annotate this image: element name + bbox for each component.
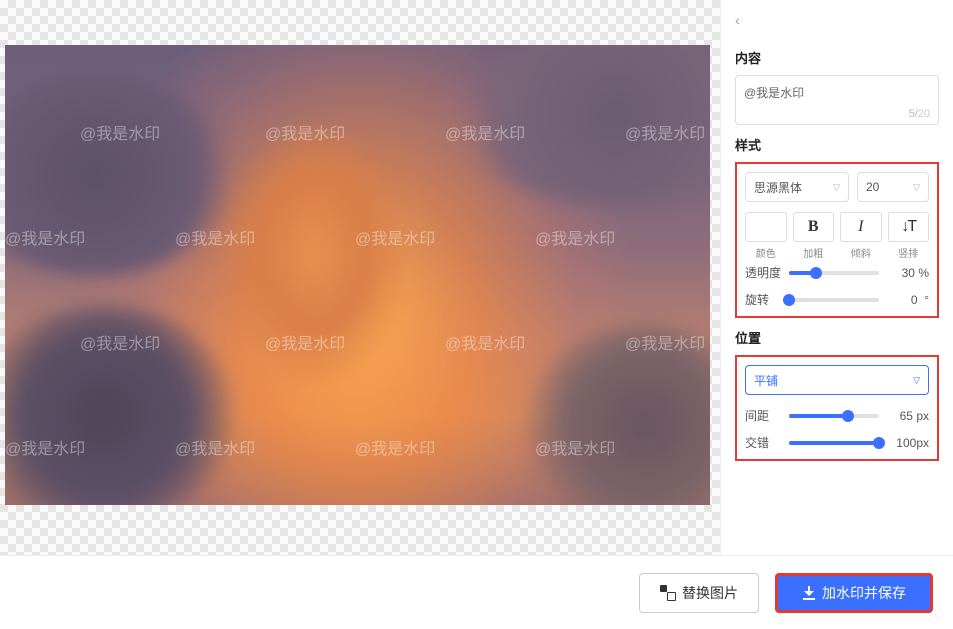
vertical-button[interactable]: ↓T竖排 [888,212,930,260]
rotate-value: 0 ° [887,293,929,307]
watermark: @我是水印 [265,120,345,144]
watermark: @我是水印 [445,120,525,144]
section-title-style: 样式 [735,135,939,154]
watermark: @我是水印 [445,330,525,354]
watermark: @我是水印 [625,330,705,354]
italic-button[interactable]: I倾斜 [840,212,882,260]
watermark: @我是水印 [175,225,255,249]
char-counter: 5/20 [909,108,930,120]
watermark: @我是水印 [80,120,160,144]
watermark: @我是水印 [625,120,705,144]
watermark: @我是水印 [80,330,160,354]
opacity-value: 30 % [887,266,929,280]
rotate-label: 旋转 [745,291,781,308]
chevron-down-icon: ▽ [913,375,920,386]
swap-icon [660,585,676,601]
section-title-content: 内容 [735,48,939,67]
stagger-slider[interactable] [789,441,879,445]
watermark: @我是水印 [175,435,255,459]
section-title-position: 位置 [735,328,939,347]
back-button[interactable]: ‹ [735,12,740,28]
spacing-value: 65 px [887,409,929,423]
color-picker[interactable]: 颜色 [745,212,787,260]
bold-button[interactable]: B加粗 [793,212,835,260]
watermark: @我是水印 [355,435,435,459]
content-value: @我是水印 [744,86,804,100]
side-panel: ‹ 内容 @我是水印 5/20 样式 思源黑体▽ 20▽ 颜色 B加粗 I倾斜 … [720,0,953,555]
chevron-down-icon: ▽ [913,182,920,193]
watermark: @我是水印 [5,435,85,459]
opacity-slider[interactable] [789,271,879,275]
spacing-label: 间距 [745,407,781,424]
layout-select[interactable]: 平铺▽ [745,365,929,395]
spacing-slider[interactable] [789,414,879,418]
save-button[interactable]: 加水印并保存 [775,573,933,613]
watermark: @我是水印 [355,225,435,249]
style-section: 思源黑体▽ 20▽ 颜色 B加粗 I倾斜 ↓T竖排 透明度 30 % 旋转 0 … [735,162,939,318]
chevron-down-icon: ▽ [833,182,840,193]
watermark: @我是水印 [265,330,345,354]
rotate-slider[interactable] [789,298,879,302]
canvas-area: @我是水印 @我是水印 @我是水印 @我是水印 @我是水印 @我是水印 @我是水… [0,0,720,555]
font-select[interactable]: 思源黑体▽ [745,172,849,202]
download-icon [802,586,816,600]
opacity-label: 透明度 [745,264,781,281]
watermark: @我是水印 [5,225,85,249]
content-input[interactable]: @我是水印 5/20 [735,75,939,125]
position-section: 平铺▽ 间距 65 px 交错 100px [735,355,939,461]
footer: 替换图片 加水印并保存 [0,555,953,629]
preview-image[interactable]: @我是水印 @我是水印 @我是水印 @我是水印 @我是水印 @我是水印 @我是水… [5,45,710,505]
stagger-value: 100px [887,436,929,450]
stagger-label: 交错 [745,434,781,451]
replace-image-button[interactable]: 替换图片 [639,573,759,613]
font-size-select[interactable]: 20▽ [857,172,929,202]
watermark: @我是水印 [535,435,615,459]
watermark: @我是水印 [535,225,615,249]
